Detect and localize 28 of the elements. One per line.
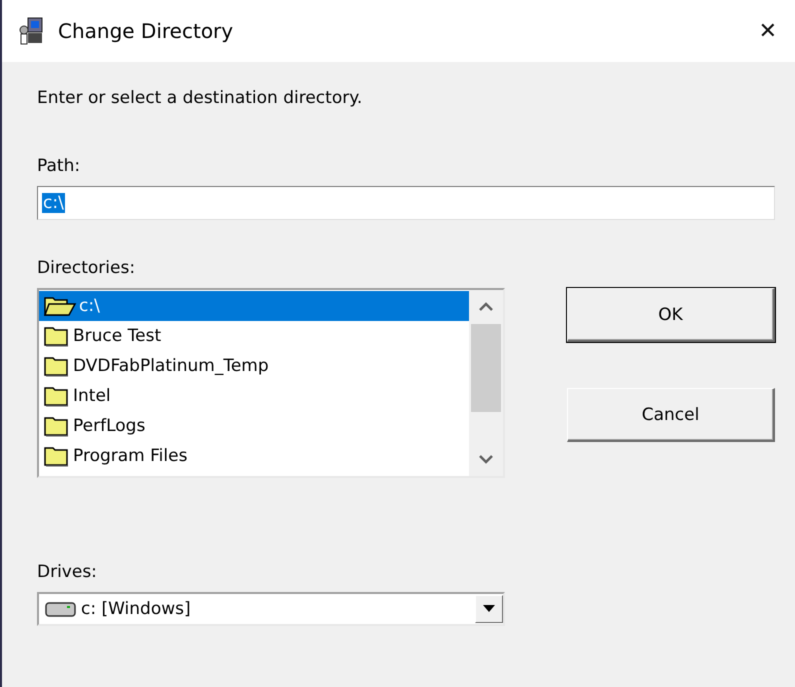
scrollbar[interactable] [469,290,503,476]
folder-icon [43,325,71,347]
folder-icon [43,445,71,467]
directory-item[interactable]: Intel [39,381,469,411]
directory-item[interactable]: Bruce Test [39,321,469,351]
folder-icon [43,415,71,437]
ok-button[interactable]: OK [567,288,775,342]
drive-value: c: [Windows] [81,599,192,619]
path-label: Path: [37,156,82,176]
directory-list[interactable]: c:\ Bruce Test DVDFabPlatinum_Temp Intel PerfLogs Program Files [37,288,505,478]
folder-icon [43,355,71,377]
path-field[interactable]: c:\ [37,186,775,220]
window-title: Change Directory [58,19,234,43]
instruction-text: Enter or select a destination directory. [37,88,364,108]
open-folder-icon [43,295,77,317]
cancel-button[interactable]: Cancel [567,388,775,442]
drives-dropdown[interactable]: c: [Windows] [37,592,505,626]
folder-icon [43,385,71,407]
directory-item[interactable]: Program Files [39,441,469,471]
close-button[interactable]: ✕ [754,18,781,44]
drives-label: Drives: [37,562,98,582]
directory-item[interactable]: PerfLogs [39,411,469,441]
drive-icon [45,600,77,618]
directories-label: Directories: [37,258,136,278]
scroll-thumb[interactable] [471,324,501,412]
directory-item[interactable]: DVDFabPlatinum_Temp [39,351,469,381]
path-value: c:\ [42,193,65,213]
directory-item[interactable]: c:\ [39,291,469,321]
